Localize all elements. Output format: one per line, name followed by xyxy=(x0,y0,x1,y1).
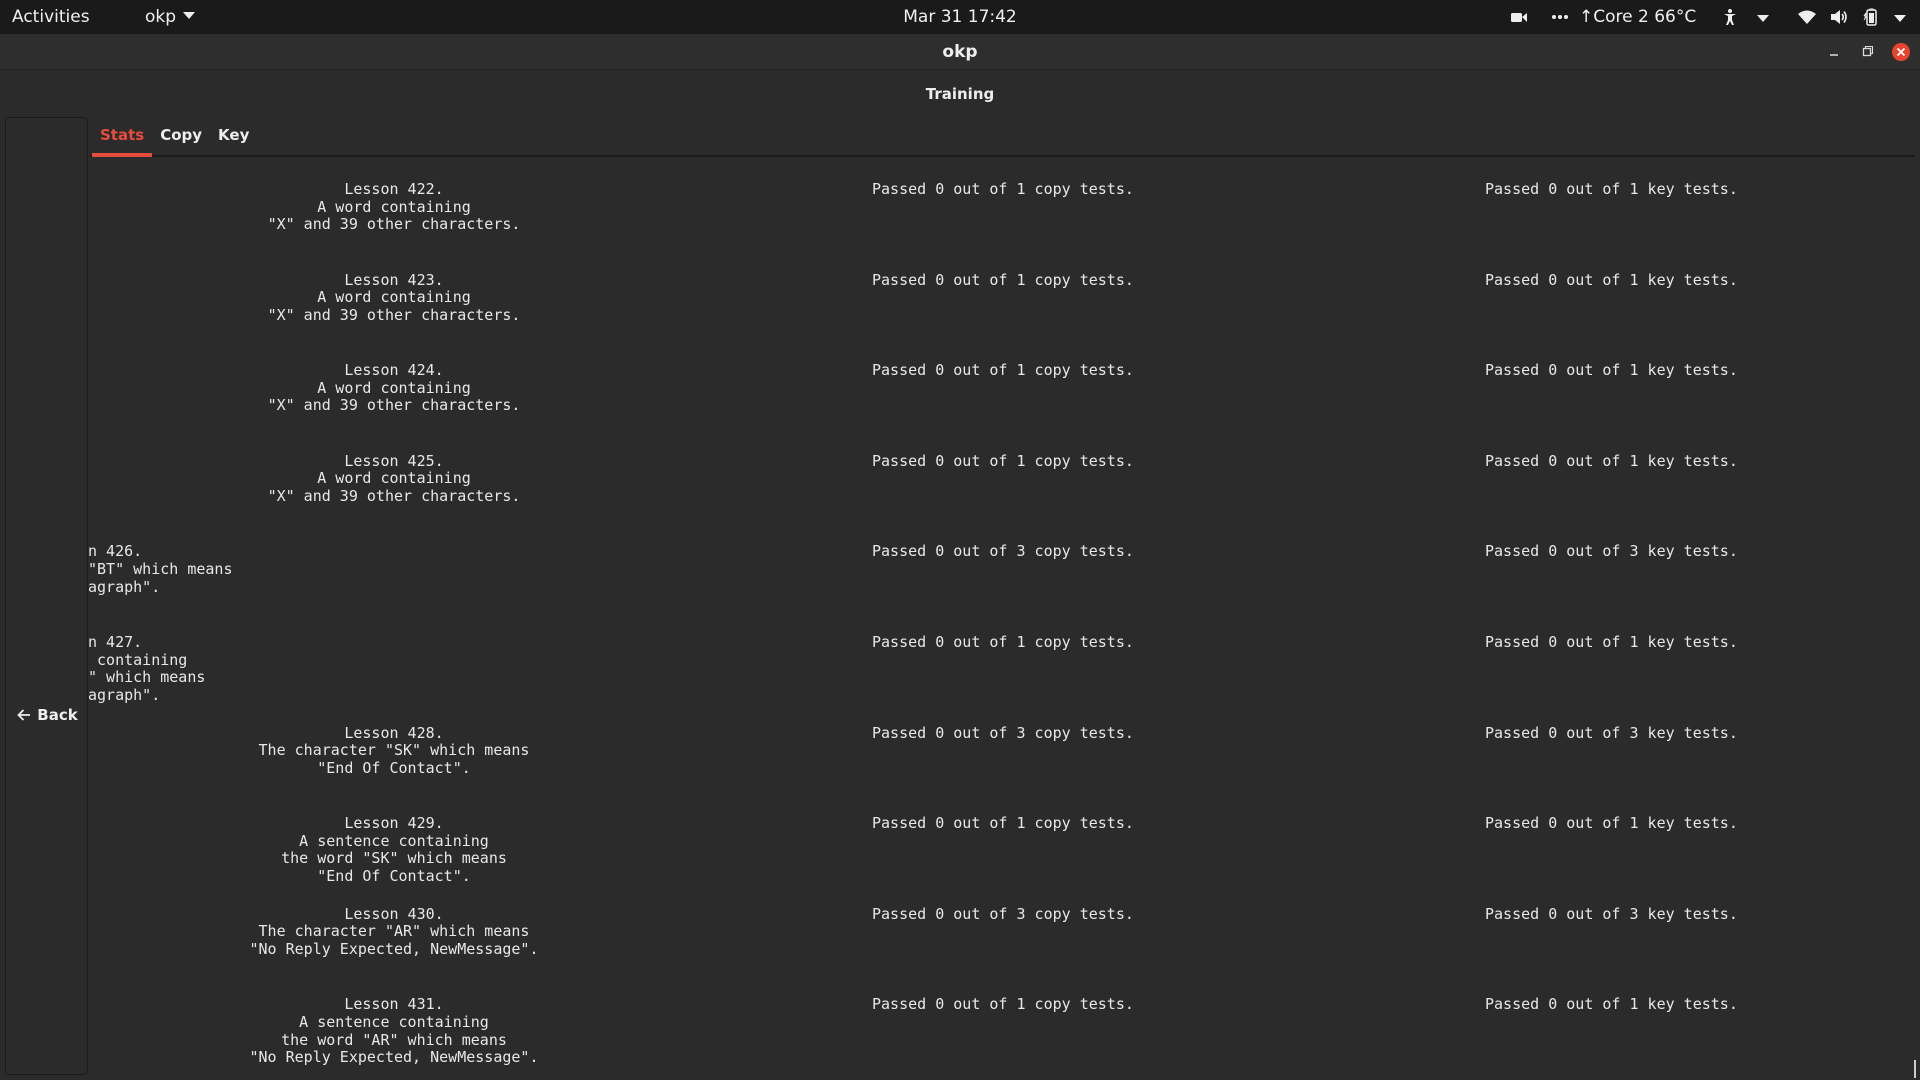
key-test-result: Passed 0 out of 1 key tests. xyxy=(1485,633,1738,651)
app-menu-label: okp xyxy=(145,7,177,27)
arrow-left-icon xyxy=(17,709,31,721)
copy-test-result: Passed 0 out of 1 copy tests. xyxy=(872,814,1134,833)
back-sidebar: Back xyxy=(5,117,88,1075)
lesson-description: Lesson 422. A word containing "X" and 39… xyxy=(267,180,521,234)
activities-button[interactable]: Activities xyxy=(12,0,90,34)
cpu-temperature[interactable]: ↑Core 2 66°C xyxy=(1579,0,1696,34)
minimize-button[interactable] xyxy=(1824,42,1844,62)
volume-icon[interactable] xyxy=(1829,8,1849,26)
copy-test-result: Passed 0 out of 1 copy tests. xyxy=(872,451,1134,470)
top-bar: Activities okp Mar 31 17:42 ↑Core 2 66°C xyxy=(0,0,1920,34)
chevron-down-icon[interactable] xyxy=(1894,15,1906,22)
lesson-row: Lesson 431. A sentence containing the wo… xyxy=(88,972,1915,1066)
lesson-description: Lesson 425. A word containing "X" and 39… xyxy=(267,451,521,505)
key-test-result: Passed 0 out of 1 key tests. xyxy=(1485,180,1738,198)
key-test-result: Passed 0 out of 1 key tests. xyxy=(1485,270,1738,289)
lesson-row: Lesson 428. The character "SK" which mea… xyxy=(88,701,1915,791)
wifi-icon[interactable] xyxy=(1797,8,1817,26)
scrollbar[interactable] xyxy=(1914,1060,1916,1078)
key-test-result: Passed 0 out of 3 key tests. xyxy=(1485,542,1738,561)
lesson-description: Lesson 424. A word containing "X" and 39… xyxy=(267,361,521,415)
key-test-result: Passed 0 out of 1 key tests. xyxy=(1485,995,1738,1014)
lesson-row: n 426. "BT" which means agraph". Passed … xyxy=(88,519,1915,609)
lesson-description: Lesson 423. A word containing "X" and 39… xyxy=(267,270,521,324)
tab-key[interactable]: Key xyxy=(210,117,257,157)
key-test-result: Passed 0 out of 3 key tests. xyxy=(1485,723,1738,742)
back-label: Back xyxy=(37,706,78,724)
lesson-row: n 427. containing " which means agraph".… xyxy=(88,610,1915,703)
stats-list[interactable]: Lesson 422. A word containing "X" and 39… xyxy=(88,157,1915,1080)
lesson-description: Lesson 431. A sentence containing the wo… xyxy=(249,995,539,1067)
screen-record-icon[interactable] xyxy=(1510,8,1528,26)
copy-test-result: Passed 0 out of 3 copy tests. xyxy=(872,723,1134,742)
copy-test-result: Passed 0 out of 3 copy tests. xyxy=(872,904,1134,923)
copy-test-result: Passed 0 out of 1 copy tests. xyxy=(872,270,1134,289)
maximize-button[interactable] xyxy=(1857,42,1877,62)
lesson-row: Lesson 429. A sentence containing the wo… xyxy=(88,791,1915,884)
lesson-description: n 427. containing " which means agraph". xyxy=(88,633,206,704)
lesson-description: n 426. "BT" which means agraph". xyxy=(88,542,233,596)
accessibility-icon[interactable] xyxy=(1721,8,1739,26)
page-header: Training xyxy=(0,71,1920,117)
lesson-row: Lesson 430. The character "AR" which mea… xyxy=(88,882,1915,972)
copy-test-result: Passed 0 out of 1 copy tests. xyxy=(872,180,1134,198)
copy-test-result: Passed 0 out of 1 copy tests. xyxy=(872,361,1134,380)
lesson-row: Lesson 422. A word containing "X" and 39… xyxy=(88,157,1915,247)
back-button[interactable]: Back xyxy=(6,690,89,740)
copy-test-result: Passed 0 out of 1 copy tests. xyxy=(872,633,1134,651)
window-title: okp xyxy=(942,42,978,62)
chevron-down-icon xyxy=(183,11,196,19)
key-test-result: Passed 0 out of 3 key tests. xyxy=(1485,904,1738,923)
tab-bar: Stats Copy Key xyxy=(92,117,257,157)
lesson-description: Lesson 429. A sentence containing the wo… xyxy=(281,814,507,885)
clock[interactable]: Mar 31 17:42 xyxy=(903,7,1017,27)
copy-test-result: Passed 0 out of 3 copy tests. xyxy=(872,542,1134,561)
battery-icon[interactable] xyxy=(1862,8,1880,26)
tab-stats[interactable]: Stats xyxy=(92,117,153,157)
app-menu[interactable]: okp xyxy=(145,0,196,34)
key-test-result: Passed 0 out of 1 key tests. xyxy=(1485,361,1738,380)
close-button[interactable] xyxy=(1891,42,1911,62)
more-icon[interactable] xyxy=(1551,8,1569,26)
copy-test-result: Passed 0 out of 1 copy tests. xyxy=(872,995,1134,1014)
lesson-row: Lesson 423. A word containing "X" and 39… xyxy=(88,248,1915,338)
key-test-result: Passed 0 out of 1 key tests. xyxy=(1485,451,1738,470)
tab-copy[interactable]: Copy xyxy=(152,117,210,157)
lesson-row: Lesson 424. A word containing "X" and 39… xyxy=(88,338,1915,428)
lesson-row: Lesson 425. A word containing "X" and 39… xyxy=(88,429,1915,519)
lesson-description: Lesson 430. The character "AR" which mea… xyxy=(249,904,539,958)
window-title-bar[interactable]: okp xyxy=(0,34,1920,70)
lesson-description: Lesson 428. The character "SK" which mea… xyxy=(258,723,530,777)
chevron-down-icon[interactable] xyxy=(1757,15,1769,22)
key-test-result: Passed 0 out of 1 key tests. xyxy=(1485,814,1738,833)
